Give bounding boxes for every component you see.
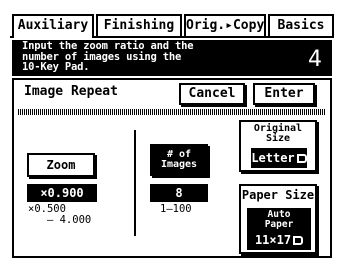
step-number: 4 xyxy=(308,47,322,72)
paper-size-label: 11×17 xyxy=(254,233,292,247)
paper-size-display: 11×17 xyxy=(247,232,311,248)
images-value: 8 xyxy=(150,184,208,202)
original-size-button[interactable]: Original Size Letter xyxy=(239,120,317,172)
image-repeat-panel: Image Repeat Cancel Enter Zoom ×0.900 ×0… xyxy=(12,78,332,258)
tab-finishing[interactable]: Finishing xyxy=(96,14,182,36)
paper-size-button[interactable]: Paper Size Auto Paper 11×17 xyxy=(239,184,317,254)
auto-paper-label: Auto Paper xyxy=(264,209,294,230)
paper-size-title: Paper Size xyxy=(241,188,315,202)
images-range: 1–100 xyxy=(160,203,192,215)
column-divider xyxy=(134,130,136,236)
tab-orig-copy[interactable]: Orig.▸Copy xyxy=(184,14,266,36)
original-size-title: Original Size xyxy=(253,123,303,144)
original-size-value: Letter xyxy=(251,148,307,168)
landscape-page-icon xyxy=(293,236,304,245)
tab-basics[interactable]: Basics xyxy=(268,14,334,36)
original-size-label: Letter xyxy=(251,151,295,165)
zoom-value: ×0.900 xyxy=(27,184,97,202)
zoom-range: ×0.500 – 4.000 xyxy=(28,203,92,226)
paper-size-value: Auto Paper 11×17 xyxy=(247,208,311,250)
zoom-button[interactable]: Zoom xyxy=(27,153,95,177)
number-of-images-button[interactable]: # of Images xyxy=(150,144,208,176)
enter-button[interactable]: Enter xyxy=(253,83,315,105)
hatched-divider xyxy=(18,109,326,115)
number-of-images-label: # of Images xyxy=(160,149,198,170)
cancel-button[interactable]: Cancel xyxy=(179,83,245,105)
copier-screen: Auxiliary Finishing Orig.▸Copy Basics In… xyxy=(0,0,343,265)
landscape-page-icon xyxy=(296,154,307,163)
message-banner: Input the zoom ratio and the number of i… xyxy=(12,40,332,76)
panel-title: Image Repeat xyxy=(24,84,118,99)
tab-auxiliary[interactable]: Auxiliary xyxy=(12,14,94,38)
instruction-text: Input the zoom ratio and the number of i… xyxy=(22,40,194,74)
